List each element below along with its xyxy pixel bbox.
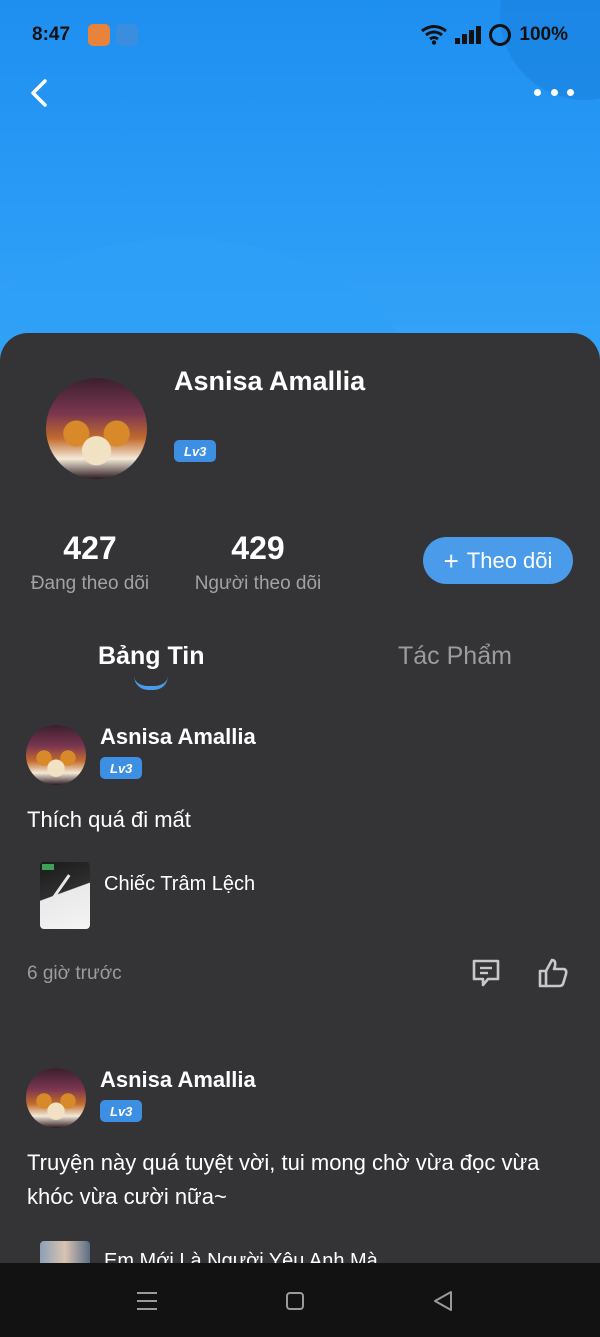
- back-triangle-icon[interactable]: [430, 1288, 456, 1314]
- follow-button-label: Theo dõi: [466, 547, 553, 573]
- chevron-left-icon: [31, 79, 47, 107]
- thumbs-up-icon: [538, 958, 568, 988]
- system-navigation-bar: [0, 1263, 600, 1337]
- post-author-avatar[interactable]: [26, 725, 86, 785]
- more-dots-icon: [534, 88, 541, 96]
- status-bar: 8:47 100%: [0, 0, 600, 70]
- tab-works[interactable]: Tác Phẩm: [398, 642, 512, 671]
- menu-icon[interactable]: [134, 1288, 160, 1314]
- back-button[interactable]: [22, 76, 56, 110]
- post-author-name[interactable]: Asnisa Amallia: [100, 724, 256, 750]
- avatar-image: [26, 725, 86, 785]
- book-cover[interactable]: [40, 862, 90, 929]
- level-badge: Lv3: [100, 757, 143, 779]
- post-timestamp: 6 giờ trước: [27, 963, 122, 984]
- profile-avatar[interactable]: [46, 378, 147, 479]
- follow-button[interactable]: + Theo dõi: [423, 537, 573, 584]
- wifi-icon: [421, 25, 448, 45]
- battery-level: 100%: [519, 24, 568, 45]
- following-label[interactable]: Đang theo dõi: [20, 573, 160, 595]
- plus-icon: +: [443, 545, 459, 576]
- post-author-avatar[interactable]: [26, 1068, 86, 1128]
- battery-icon: [489, 24, 512, 46]
- top-navigation: [0, 70, 600, 114]
- followers-label[interactable]: Người theo dõi: [186, 573, 330, 595]
- avatar-image: [26, 1068, 86, 1128]
- tab-feed[interactable]: Bảng Tin: [98, 642, 204, 671]
- comment-icon: [472, 959, 500, 987]
- comment-button[interactable]: [468, 955, 504, 991]
- post-text[interactable]: Thích quá đi mất: [27, 803, 567, 837]
- home-icon[interactable]: [282, 1288, 308, 1314]
- book-cover[interactable]: [40, 1241, 90, 1263]
- status-time: 8:47: [32, 24, 71, 45]
- post-author-name[interactable]: Asnisa Amallia: [100, 1067, 256, 1093]
- like-button[interactable]: [535, 955, 571, 991]
- level-badge: Lv3: [100, 1100, 143, 1122]
- followers-count[interactable]: 429: [208, 530, 308, 567]
- more-options-button[interactable]: [534, 80, 574, 104]
- following-count[interactable]: 427: [40, 530, 140, 567]
- signal-icon: [455, 26, 482, 44]
- profile-name: Asnisa Amallia: [174, 366, 366, 396]
- level-badge: Lv3: [174, 440, 217, 462]
- book-title[interactable]: Chiếc Trâm Lệch: [104, 873, 255, 896]
- novel-app-icon: [116, 24, 139, 46]
- post-text[interactable]: Truyện này quá tuyệt vời, tui mong chờ v…: [27, 1146, 567, 1214]
- app-icon: [88, 24, 111, 46]
- avatar-image: [46, 378, 147, 479]
